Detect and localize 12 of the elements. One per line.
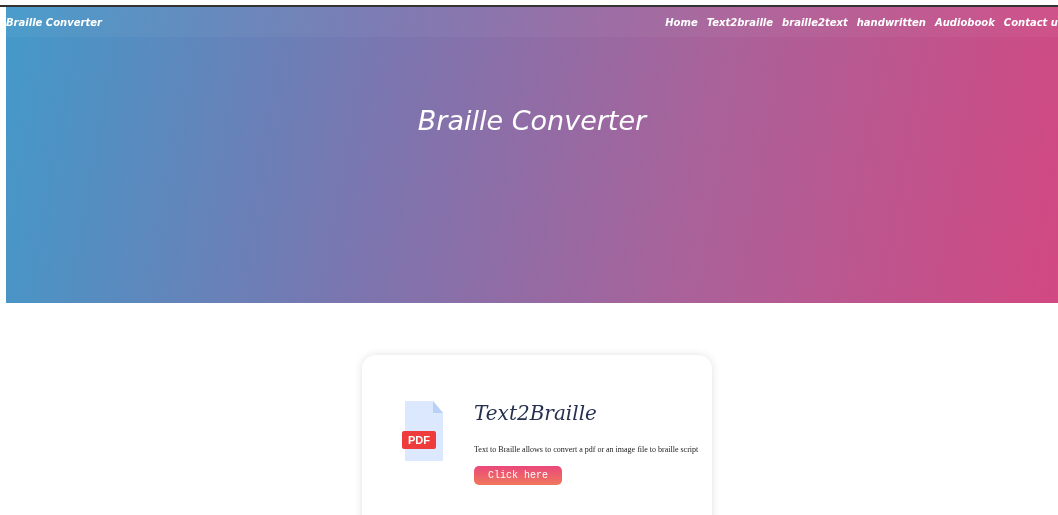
card-title: Text2Braille [474,401,598,425]
nav-link[interactable]: handwritten [856,16,926,28]
nav-link[interactable]: Home [665,16,698,28]
pdf-file-icon: PDF [402,401,446,463]
page-title: Braille Converter [416,104,649,136]
nav-link[interactable]: braille2text [782,16,848,28]
brand-name[interactable]: Braille Converter [6,16,102,28]
nav-link[interactable]: Text2braille [706,16,774,28]
card-description: Text to Braille allows to convert a pdf or an image file to braille script [474,445,699,454]
click-here-button[interactable]: Click here [474,466,562,485]
nav-link[interactable]: Audiobook [934,16,995,28]
nav-link[interactable]: Contact u [1003,16,1058,28]
